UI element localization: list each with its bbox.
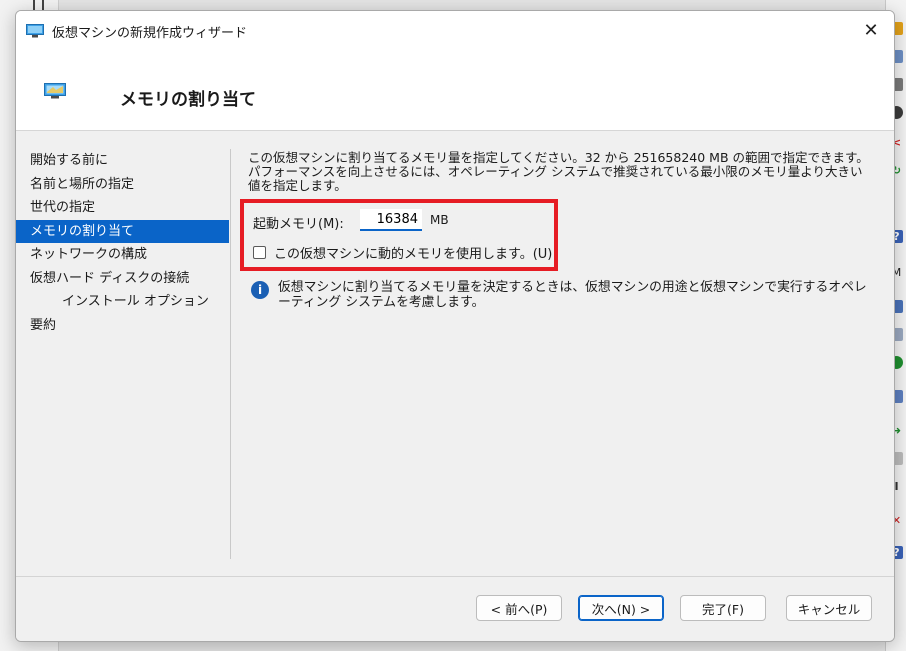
step-virtual-hard-disk[interactable]: 仮想ハード ディスクの接続 [16, 267, 229, 291]
dynamic-memory-checkbox[interactable] [253, 246, 266, 259]
startup-memory-unit: MB [430, 213, 449, 227]
step-installation-options[interactable]: インストール オプション [16, 290, 229, 314]
step-generation[interactable]: 世代の指定 [16, 196, 229, 220]
memory-description: この仮想マシンに割り当てるメモリ量を指定してください。32 から 2516582… [248, 151, 869, 191]
startup-memory-label: 起動メモリ(M): [253, 217, 344, 232]
info-icon: i [251, 281, 269, 299]
virtual-machine-icon [44, 83, 66, 99]
memory-info-text: 仮想マシンに割り当てるメモリ量を決定するときは、仮想マシンの用途と仮想マシンで実… [278, 280, 867, 310]
wizard-body: 開始する前に 名前と場所の指定 世代の指定 メモリの割り当て ネットワークの構成… [16, 131, 894, 576]
step-memory-assignment[interactable]: メモリの割り当て [16, 219, 229, 243]
step-name-and-location[interactable]: 名前と場所の指定 [16, 173, 229, 197]
startup-memory-input[interactable] [360, 209, 422, 231]
step-summary[interactable]: 要約 [16, 314, 229, 338]
wizard-header: メモリの割り当て [16, 51, 894, 131]
wizard-step-list: 開始する前に 名前と場所の指定 世代の指定 メモリの割り当て ネットワークの構成… [16, 149, 229, 337]
wizard-footer: < 前へ(P) 次へ(N) > 完了(F) キャンセル [16, 576, 894, 641]
step-before-you-begin[interactable]: 開始する前に [16, 149, 229, 173]
page-title: メモリの割り当て [120, 90, 256, 110]
new-vm-wizard-dialog: 仮想マシンの新規作成ウィザード ✕ メモリの割り当て 開始する前に 名前と場所の… [15, 10, 895, 642]
nav-divider [230, 149, 231, 559]
previous-button[interactable]: < 前へ(P) [476, 595, 562, 621]
window-title: 仮想マシンの新規作成ウィザード [52, 26, 248, 41]
title-bar: 仮想マシンの新規作成ウィザード ✕ [16, 11, 894, 51]
virtual-machine-icon [26, 24, 44, 38]
next-button[interactable]: 次へ(N) > [578, 595, 664, 621]
cancel-button[interactable]: キャンセル [786, 595, 872, 621]
close-button[interactable]: ✕ [848, 11, 894, 51]
dynamic-memory-label[interactable]: この仮想マシンに動的メモリを使用します。(U) [274, 243, 552, 262]
step-networking[interactable]: ネットワークの構成 [16, 243, 229, 267]
finish-button[interactable]: 完了(F) [680, 595, 766, 621]
